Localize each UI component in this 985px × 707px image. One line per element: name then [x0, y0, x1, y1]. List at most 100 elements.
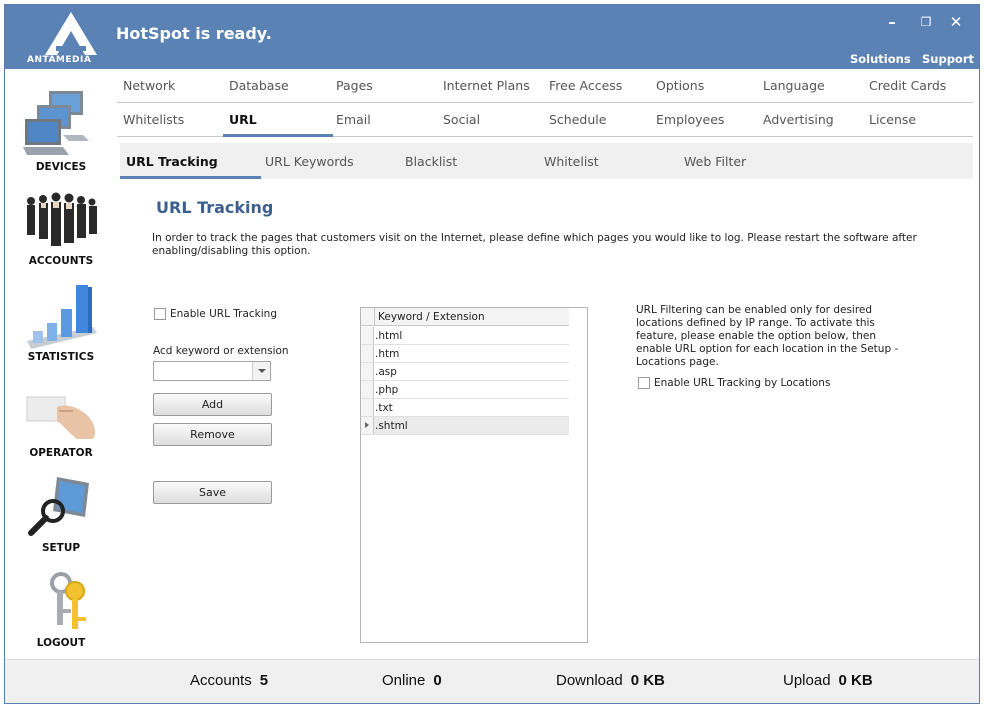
row-indicator: [361, 381, 374, 398]
sidebar-label-accounts: ACCOUNTS: [28, 255, 94, 267]
locations-info-text: URL Filtering can be enabled only for de…: [636, 304, 899, 368]
tab-email[interactable]: Email: [336, 112, 371, 127]
page-description: In order to track the pages that custome…: [152, 232, 917, 257]
subtab-url-tracking[interactable]: URL Tracking: [126, 154, 218, 169]
tab-license[interactable]: License: [869, 112, 916, 127]
accounts-count: 5: [259, 672, 269, 689]
tab-options[interactable]: Options: [656, 78, 704, 93]
online-count: 0: [433, 672, 442, 689]
keyword-combobox[interactable]: [153, 361, 271, 381]
table-row[interactable]: .html: [361, 327, 569, 345]
sidebar-label-devices: DEVICES: [35, 161, 87, 173]
current-row-arrow-icon: [365, 422, 369, 428]
enable-url-tracking-label: Enable URL Tracking: [170, 308, 277, 320]
upload-stat: Upload 0 KB: [783, 672, 873, 689]
table-row-selected[interactable]: .shtml: [361, 417, 569, 435]
sidebar-item-operator[interactable]: OPERATOR: [5, 371, 117, 463]
table-cell: .htm: [375, 348, 400, 360]
subtab-bar: URL Tracking URL Keywords Blacklist Whit…: [120, 143, 973, 179]
keyword-field-label: Acd keyword or extension: [153, 345, 289, 357]
subtab-whitelist[interactable]: Whitelist: [544, 154, 599, 169]
table-row[interactable]: .asp: [361, 363, 569, 381]
accounts-label: Accounts: [190, 672, 252, 689]
table-row[interactable]: .php: [361, 381, 569, 399]
nav-row-2: Whitelists URL Email Social Schedule Emp…: [117, 103, 973, 137]
operator-icon: [26, 396, 96, 439]
sidebar-item-devices[interactable]: DEVICES: [5, 77, 117, 173]
online-stat: Online 0: [382, 672, 442, 689]
chevron-down-icon[interactable]: [252, 362, 270, 380]
remove-button[interactable]: Remove: [153, 423, 272, 446]
download-stat: Download 0 KB: [556, 672, 665, 689]
accounts-stat: Accounts 5: [190, 672, 268, 689]
row-indicator: [361, 399, 374, 416]
table-cell: .php: [375, 384, 399, 396]
upload-amount: 0 KB: [838, 672, 873, 689]
logout-icon: [50, 572, 86, 629]
sidebar-item-setup[interactable]: SETUP: [5, 465, 117, 557]
tab-credit-cards[interactable]: Credit Cards: [869, 78, 946, 93]
subtab-blacklist[interactable]: Blacklist: [405, 154, 457, 169]
add-button[interactable]: Add: [153, 393, 272, 416]
nav-row-1: Network Database Pages Internet Plans Fr…: [117, 69, 973, 103]
download-label: Download: [556, 672, 623, 689]
restore-button[interactable]: ❐: [916, 15, 936, 29]
sidebar-item-statistics[interactable]: STATISTICS: [5, 275, 117, 367]
enable-tracking-by-locations-checkbox[interactable]: [638, 377, 650, 389]
row-indicator: [361, 417, 374, 434]
row-indicator: [361, 345, 374, 362]
upload-label: Upload: [783, 672, 831, 689]
table-row[interactable]: .txt: [361, 399, 569, 417]
sidebar-item-logout[interactable]: LOGOUT: [5, 563, 117, 655]
sidebar: DEVICES ACCOUNTS STATISTICS OPERATOR SET…: [5, 69, 117, 659]
close-button[interactable]: ✕: [946, 13, 966, 31]
tab-language[interactable]: Language: [763, 78, 825, 93]
save-button[interactable]: Save: [153, 481, 272, 504]
support-link[interactable]: Support: [922, 52, 974, 66]
tab-free-access[interactable]: Free Access: [549, 78, 622, 93]
keyword-grid[interactable]: Keyword / Extension .html .htm .asp .php…: [360, 307, 588, 643]
tab-social[interactable]: Social: [443, 112, 480, 127]
row-indicator: [361, 327, 374, 344]
tab-schedule[interactable]: Schedule: [549, 112, 606, 127]
sidebar-label-statistics: STATISTICS: [27, 351, 95, 363]
page-title: URL Tracking: [156, 198, 274, 217]
tab-employees[interactable]: Employees: [656, 112, 724, 127]
app-title: HotSpot is ready.: [116, 24, 272, 43]
tab-advertising[interactable]: Advertising: [763, 112, 834, 127]
tab-whitelists[interactable]: Whitelists: [123, 112, 184, 127]
setup-icon: [28, 477, 89, 536]
statistics-icon: [27, 285, 97, 349]
enable-tracking-by-locations-label: Enable URL Tracking by Locations: [654, 377, 831, 389]
tab-network[interactable]: Network: [123, 78, 175, 93]
grid-column-keyword[interactable]: Keyword / Extension: [374, 308, 569, 326]
tab-pages[interactable]: Pages: [336, 78, 373, 93]
sidebar-label-operator: OPERATOR: [29, 447, 93, 459]
devices-icon: [23, 91, 89, 155]
title-bar: ANTAMEDIA HotSpot is ready. – ❐ ✕ Soluti…: [5, 5, 979, 69]
app-window: ANTAMEDIA HotSpot is ready. – ❐ ✕ Soluti…: [4, 4, 980, 704]
logo-text: ANTAMEDIA: [27, 55, 92, 65]
grid-header: Keyword / Extension: [361, 308, 569, 326]
table-cell: .shtml: [375, 420, 408, 432]
tab-database[interactable]: Database: [229, 78, 289, 93]
active-subtab-underline: [120, 176, 261, 179]
subtab-web-filter[interactable]: Web Filter: [684, 154, 746, 169]
table-cell: .asp: [375, 366, 397, 378]
table-row[interactable]: .htm: [361, 345, 569, 363]
table-cell: .html: [375, 330, 403, 342]
minimize-button[interactable]: –: [882, 13, 902, 31]
status-bar: Accounts 5 Online 0 Download 0 KB Upload 0 K…: [5, 659, 979, 703]
subtab-url-keywords[interactable]: URL Keywords: [265, 154, 354, 169]
solutions-link[interactable]: Solutions: [850, 52, 911, 66]
enable-url-tracking-checkbox[interactable]: [154, 308, 166, 320]
row-indicator: [361, 363, 374, 380]
table-cell: .txt: [375, 402, 393, 414]
download-amount: 0 KB: [630, 672, 665, 689]
tab-url[interactable]: URL: [229, 112, 257, 127]
sidebar-label-logout: LOGOUT: [36, 637, 86, 649]
online-label: Online: [382, 672, 426, 689]
tab-internet-plans[interactable]: Internet Plans: [443, 78, 530, 93]
active-tab-underline: [223, 134, 333, 137]
sidebar-item-accounts[interactable]: ACCOUNTS: [5, 183, 117, 275]
